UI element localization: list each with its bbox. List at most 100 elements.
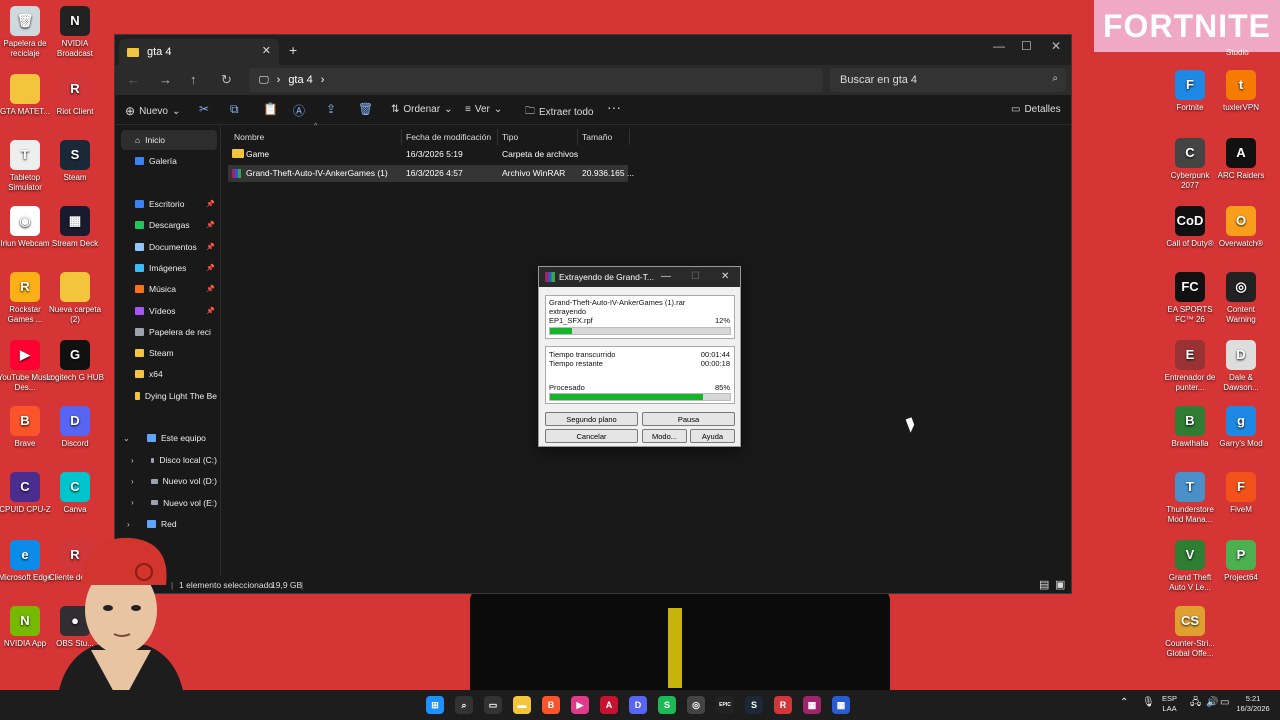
desktop-stream-deck-shortcut[interactable]: ▦ Stream Deck xyxy=(46,206,104,249)
taskbar-winrar-icon[interactable]: ▦ xyxy=(803,696,821,714)
taskbar-search-icon[interactable]: ⌕ xyxy=(455,696,473,714)
volume-icon[interactable]: 🔊 xyxy=(1206,698,1218,708)
taskbar-task-view-icon[interactable]: ▭ xyxy=(484,696,502,714)
sidebar-item-m-sica[interactable]: Música 📌 xyxy=(121,279,217,299)
pause-button[interactable]: Pausa xyxy=(642,412,735,426)
sidebar-item-drive[interactable]: › Disco local (C:) xyxy=(121,450,217,470)
up-arrow-icon[interactable]: ↑ xyxy=(190,72,197,87)
copy-icon[interactable]: ⧉ xyxy=(230,102,239,117)
desktop-tuxler-shortcut[interactable]: t tuxlerVPN xyxy=(1212,70,1270,113)
desktop-call-of-duty-shortcut[interactable]: CoD Call of Duty® xyxy=(1161,206,1219,249)
rename-icon[interactable]: Ⓐ xyxy=(293,102,305,119)
dialog-minimize-button[interactable]: — xyxy=(661,271,671,282)
taskbar-riot-icon[interactable]: R xyxy=(774,696,792,714)
file-row[interactable]: Grand-Theft-Auto-IV-AnkerGames (1) 16/3/… xyxy=(228,165,634,182)
sidebar-item-documentos[interactable]: Documentos 📌 xyxy=(121,237,217,257)
sidebar-item-x64[interactable]: x64 xyxy=(121,364,217,384)
background-button[interactable]: Segundo plano xyxy=(545,412,638,426)
desktop-nueva-carpeta-shortcut[interactable]: Nueva carpeta (2) xyxy=(46,272,104,325)
column-header-name[interactable]: Nombre xyxy=(230,129,402,145)
taskbar-brave-icon[interactable]: B xyxy=(542,696,560,714)
desktop-counter-strike-shortcut[interactable]: CS Counter-Stri... Global Offe... xyxy=(1161,606,1219,659)
mode-button[interactable]: Modo... xyxy=(642,429,687,443)
paste-icon[interactable]: 📋 xyxy=(263,102,278,116)
details-view-icon[interactable]: ▤ xyxy=(1039,578,1049,591)
desktop-steam-shortcut[interactable]: S Steam xyxy=(46,140,104,183)
battery-icon[interactable]: ▭ xyxy=(1220,698,1229,708)
sidebar-item-descargas[interactable]: Descargas 📌 xyxy=(121,215,217,235)
microphone-icon[interactable]: 🎙 xyxy=(1142,698,1155,708)
tiles-view-icon[interactable]: ▣ xyxy=(1055,578,1065,591)
refresh-icon[interactable]: ↻ xyxy=(221,72,232,88)
desktop-gta-v-shortcut[interactable]: V Grand Theft Auto V Le... xyxy=(1161,540,1219,593)
address-bar[interactable]: 🖵 › gta 4 › xyxy=(249,68,823,92)
help-button[interactable]: Ayuda xyxy=(690,429,735,443)
desktop-content-warning-shortcut[interactable]: ◎ Content Warning xyxy=(1212,272,1270,325)
chevron-up-icon[interactable]: ⌃ xyxy=(1120,698,1128,708)
back-arrow-icon[interactable]: ← xyxy=(127,72,140,87)
dialog-close-button[interactable]: ✕ xyxy=(721,271,729,282)
sidebar-item-dying-light-the-be[interactable]: Dying Light The Be xyxy=(121,386,217,406)
taskbar-steam-icon[interactable]: S xyxy=(745,696,763,714)
sidebar-item-escritorio[interactable]: Escritorio 📌 xyxy=(121,194,217,214)
sidebar-item-drive[interactable]: › Nuevo vol (D:) xyxy=(121,471,217,491)
new-tab-button[interactable]: + xyxy=(289,42,297,58)
desktop-dale-dawson-shortcut[interactable]: D Dale & Dawson... xyxy=(1212,340,1270,393)
sidebar-item-v-deos[interactable]: Vídeos 📌 xyxy=(121,301,217,321)
desktop-garrys-mod-shortcut[interactable]: g Garry's Mod xyxy=(1212,406,1270,449)
taskbar-winrar-icon[interactable]: ▦ xyxy=(832,696,850,714)
search-input[interactable]: Buscar en gta 4 ⌕ xyxy=(830,68,1066,92)
close-tab-icon[interactable]: ✕ xyxy=(262,44,271,57)
view-button[interactable]: ≡ Ver ⌄ xyxy=(465,104,502,115)
sidebar-item-home[interactable]: ⌂ Inicio xyxy=(121,130,217,150)
delete-icon[interactable]: 🗑 xyxy=(358,102,373,116)
cut-icon[interactable]: ✂ xyxy=(199,102,209,116)
taskbar-file-explorer-icon[interactable]: ▬ xyxy=(513,696,531,714)
desktop-logitech-hub-shortcut[interactable]: G Logitech G HUB xyxy=(46,340,104,383)
taskbar-epic-games-icon[interactable]: EPIC xyxy=(716,696,734,714)
minimize-button[interactable]: — xyxy=(993,39,1005,53)
more-options-icon[interactable]: ··· xyxy=(607,99,621,115)
cancel-button[interactable]: Cancelar xyxy=(545,429,638,443)
sort-button[interactable]: ⇅ Ordenar ⌄ xyxy=(391,104,452,115)
taskbar-spotify-icon[interactable]: S xyxy=(658,696,676,714)
desktop-project64-shortcut[interactable]: P Project64 xyxy=(1212,540,1270,583)
taskbar-start-icon[interactable]: ⊞ xyxy=(426,696,444,714)
sidebar-item-im-genes[interactable]: Imágenes 📌 xyxy=(121,258,217,278)
column-header-type[interactable]: Tipo xyxy=(498,129,578,145)
sidebar-item-drive[interactable]: › Nuevo vol (E:) xyxy=(121,493,217,513)
taskbar-discord-icon[interactable]: D xyxy=(629,696,647,714)
desktop-nvidia-broadcast-shortcut[interactable]: N NVIDIA Broadcast xyxy=(46,6,104,59)
file-row[interactable]: Game 16/3/2026 5:19 Carpeta de archivos xyxy=(228,146,628,163)
desktop-riot-client-shortcut[interactable]: R Riot Client xyxy=(46,74,104,117)
taskbar-chatgpt-icon[interactable]: ◎ xyxy=(687,696,705,714)
sidebar-item-steam[interactable]: Steam xyxy=(121,343,217,363)
column-header-modified[interactable]: Fecha de modificación xyxy=(402,129,498,145)
clock[interactable]: 5:21 16/3/2026 xyxy=(1232,694,1274,714)
sidebar-item-papelera-de-reci[interactable]: Papelera de reci xyxy=(121,322,217,342)
sidebar-item-gallery[interactable]: Galería xyxy=(121,151,217,171)
sidebar-item-this-pc[interactable]: ⌄ Este equipo xyxy=(121,428,217,448)
desktop-arc-raiders-shortcut[interactable]: A ARC Raiders xyxy=(1212,138,1270,181)
close-window-button[interactable]: ✕ xyxy=(1051,39,1061,53)
share-icon[interactable]: ⇪ xyxy=(326,102,336,116)
new-button[interactable]: ⊕ Nuevo ⌄ xyxy=(125,104,180,118)
forward-arrow-icon[interactable]: → xyxy=(159,72,172,87)
desktop-ea-fc-shortcut[interactable]: FC EA SPORTS FC™ 26 xyxy=(1161,272,1219,325)
desktop-fivem-shortcut[interactable]: F FiveM xyxy=(1212,472,1270,515)
details-button[interactable]: ▭ Detalles xyxy=(1011,104,1061,115)
desktop-fortnite-shortcut[interactable]: F Fortnite xyxy=(1161,70,1219,113)
maximize-button[interactable]: ☐ xyxy=(1021,39,1032,53)
breadcrumb[interactable]: gta 4 xyxy=(288,74,312,86)
desktop-entrenador-shortcut[interactable]: E Entrenador de punter... xyxy=(1161,340,1219,393)
desktop-discord-shortcut[interactable]: D Discord xyxy=(46,406,104,449)
network-icon[interactable]: 🖧 xyxy=(1190,698,1201,708)
desktop-overwatch-shortcut[interactable]: O Overwatch® xyxy=(1212,206,1270,249)
tab-gta4[interactable]: gta 4 ✕ xyxy=(119,39,279,65)
dialog-maximize-button[interactable]: ☐ xyxy=(691,271,700,282)
desktop-cyberpunk-shortcut[interactable]: C Cyberpunk 2077 xyxy=(1161,138,1219,191)
taskbar-media-player-icon[interactable]: ▶ xyxy=(571,696,589,714)
taskbar-adobe-icon[interactable]: A xyxy=(600,696,618,714)
column-header-size[interactable]: Tamaño xyxy=(578,129,630,145)
desktop-canva-shortcut[interactable]: C Canva xyxy=(46,472,104,515)
